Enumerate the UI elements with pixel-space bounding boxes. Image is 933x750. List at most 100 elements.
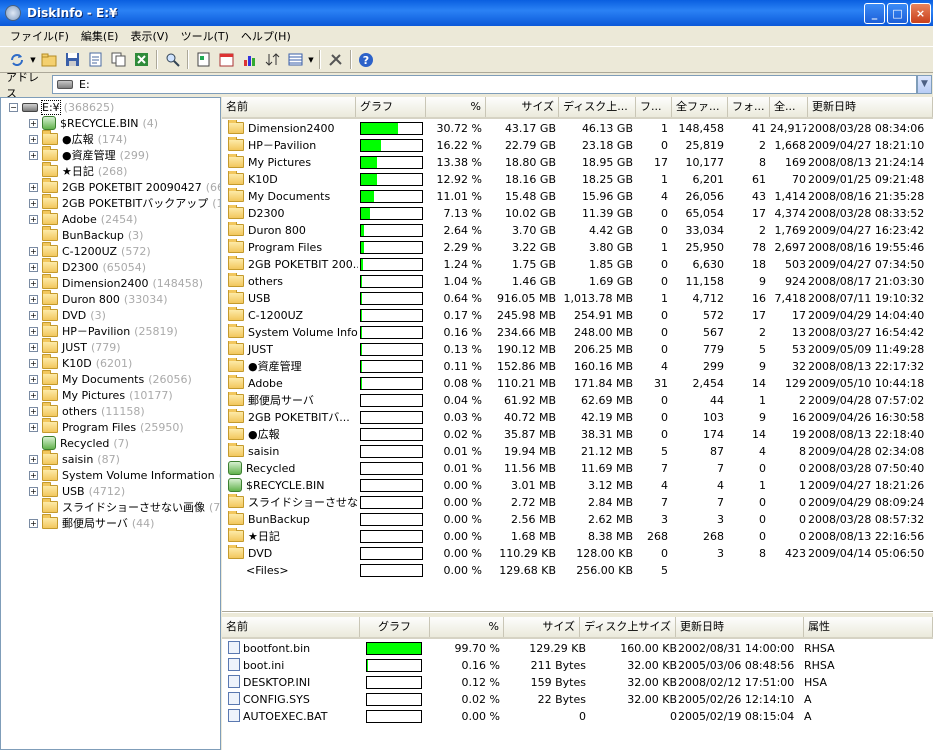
col-all-folders[interactable]: 全...	[770, 97, 808, 117]
expand-icon[interactable]: +	[29, 406, 38, 416]
folder-row[interactable]: スライドショーさせない...0.00 %2.72 MB2.84 MB770020…	[222, 494, 933, 511]
dropdown-arrow-icon[interactable]: ▼	[29, 50, 37, 70]
file-row[interactable]: CONFIG.SYS 0.02 % 22 Bytes 32.00 KB 2005/02/…	[222, 691, 933, 708]
view-icon[interactable]	[284, 50, 306, 70]
expand-icon[interactable]: +	[29, 326, 38, 336]
folder-row[interactable]: JUST 0.13 % 190.12 MB 206.25 MB 0 779 5 53 2009/…	[222, 341, 933, 358]
view-dropdown-icon[interactable]: ▼	[307, 50, 315, 70]
menu-edit[interactable]: 編集(E)	[75, 28, 125, 44]
tree-item[interactable]: + C-1200UZ (572)	[29, 242, 151, 259]
tree-item[interactable]: + System Volume Information (5	[29, 466, 220, 483]
expand-icon[interactable]: +	[29, 390, 38, 400]
file-row[interactable]: bootfont.bin 99.70 % 129.29 KB 160.00 KB 200…	[222, 640, 933, 657]
folder-row[interactable]: DVD 0.00 % 110.29 KB 128.00 KB 0 3 8 423 2009/04…	[222, 545, 933, 562]
file-row[interactable]: boot.ini 0.16 % 211 Bytes 32.00 KB 2005/03/0…	[222, 657, 933, 674]
col-all-files[interactable]: 全ファ...	[672, 97, 728, 117]
folder-row[interactable]: K10D 12.92 % 18.16 GB 18.25 GB 1 6,201 61 70 200…	[222, 171, 933, 188]
col-folders[interactable]: フォ...	[728, 97, 770, 117]
tree-root[interactable]: − E:¥ (368625)	[9, 99, 114, 115]
menu-tools[interactable]: ツール(T)	[175, 28, 235, 44]
col-percent[interactable]: %	[426, 97, 486, 117]
expand-icon[interactable]: +	[29, 470, 38, 480]
col-disk-size[interactable]: ディスク上サイズ	[580, 617, 676, 637]
tree-item[interactable]: + D2300 (65054)	[29, 258, 146, 275]
folder-row[interactable]: saisin 0.01 % 19.94 MB 21.12 MB 5 87 4 8 2009/04…	[222, 443, 933, 460]
expand-icon[interactable]: +	[29, 486, 38, 496]
tree-item[interactable]: + My Documents (26056)	[29, 370, 192, 387]
folder-row[interactable]: Dimension2400 30.72 % 43.17 GB 46.13 GB 1 148…	[222, 120, 933, 137]
folder-row[interactable]: 2GB POKETBIT 200... 1.24 % 1.75 GB 1.85 GB 0…	[222, 256, 933, 273]
open-folder-icon[interactable]	[38, 50, 60, 70]
tree-item[interactable]: + JUST (779)	[29, 338, 121, 355]
tree-item[interactable]: + 郵便局サーバ (44)	[29, 514, 154, 531]
folder-row[interactable]: My Pictures 13.38 % 18.80 GB 18.95 GB 17 10,1…	[222, 154, 933, 171]
folder-row[interactable]: 2GB POKETBITバ... 0.03 % 40.72 MB 42.19 MB 0 1…	[222, 409, 933, 426]
expand-icon[interactable]: +	[29, 262, 38, 272]
expand-icon[interactable]: +	[29, 134, 38, 144]
minimize-button[interactable]: _	[864, 3, 885, 24]
expand-icon[interactable]: +	[29, 246, 38, 256]
menu-help[interactable]: ヘルプ(H)	[235, 28, 297, 44]
folder-row[interactable]: C-1200UZ 0.17 % 245.98 MB 254.91 MB 0 572 17 17…	[222, 307, 933, 324]
tree-item[interactable]: スライドショーさせない画像 (7)	[29, 498, 220, 515]
expand-icon[interactable]: +	[29, 454, 38, 464]
tree-item[interactable]: + DVD (3)	[29, 306, 106, 323]
address-input[interactable]: E:	[52, 75, 917, 94]
collapse-icon[interactable]: −	[9, 102, 18, 112]
col-name[interactable]: 名前	[222, 617, 360, 637]
tree-item[interactable]: +2GB POKETBIT 20090427(66	[29, 178, 220, 195]
file-list[interactable]: 名前 グラフ % サイズ ディスク上サイズ 更新日時 属性 bootfont.b…	[222, 617, 933, 750]
folder-tree[interactable]: − E:¥ (368625) + $RECYCLE.BIN (4) + ●広報 (174)…	[0, 97, 221, 750]
tree-item[interactable]: BunBackup (3)	[29, 226, 143, 243]
expand-icon[interactable]: +	[29, 278, 38, 288]
tree-item[interactable]: + $RECYCLE.BIN (4)	[29, 115, 158, 131]
col-files[interactable]: フ...	[636, 97, 672, 117]
folder-row[interactable]: Adobe 0.08 % 110.21 MB 171.84 MB 31 2,454 14 12…	[222, 375, 933, 392]
tree-item[interactable]: + Duron 800 (33034)	[29, 290, 168, 307]
folder-row[interactable]: D2300 7.13 % 10.02 GB 11.39 GB 0 65,054 17 4,37…	[222, 205, 933, 222]
tree-item[interactable]: + K10D (6201)	[29, 354, 132, 371]
maximize-button[interactable]: □	[887, 3, 908, 24]
help-icon[interactable]: ?	[355, 50, 377, 70]
folder-row[interactable]: $RECYCLE.BIN 0.00 % 3.01 MB 3.12 MB 4 4 1 1 2009…	[222, 477, 933, 494]
tree-item[interactable]: + saisin (87)	[29, 450, 120, 467]
export-icon[interactable]	[84, 50, 106, 70]
expand-icon[interactable]: +	[29, 518, 38, 528]
col-modified[interactable]: 更新日時	[808, 97, 933, 117]
refresh-icon[interactable]	[6, 50, 28, 70]
tree-item[interactable]: + HP－Pavilion (25819)	[29, 322, 178, 339]
tree-item[interactable]: + Program Files (25950)	[29, 418, 184, 435]
tree-item[interactable]: + ●資産管理 (299)	[29, 146, 149, 163]
expand-icon[interactable]: +	[29, 214, 38, 224]
col-graph[interactable]: グラフ	[360, 617, 430, 637]
folder-row[interactable]: ●資産管理 0.11 % 152.86 MB 160.16 MB 4 299 9 32 2008…	[222, 358, 933, 375]
expand-icon[interactable]: +	[29, 358, 38, 368]
tools-icon[interactable]	[324, 50, 346, 70]
address-dropdown-button[interactable]: ▼	[917, 75, 932, 94]
tree-item[interactable]: + ●広報 (174)	[29, 130, 127, 147]
folder-row[interactable]: <Files> 0.00 % 129.68 KB 256.00 KB 5	[222, 562, 933, 579]
expand-icon[interactable]: +	[29, 182, 38, 192]
folder-row[interactable]: BunBackup 0.00 % 2.56 MB 2.62 MB 3 3 0 0 2008/03…	[222, 511, 933, 528]
col-graph[interactable]: グラフ	[356, 97, 426, 117]
folder-row[interactable]: others 1.04 % 1.46 GB 1.69 GB 0 11,158 9 924 200…	[222, 273, 933, 290]
file-row[interactable]: DESKTOP.INI 0.12 % 159 Bytes 32.00 KB 2008/0…	[222, 674, 933, 691]
expand-icon[interactable]: +	[29, 294, 38, 304]
expand-icon[interactable]: +	[29, 198, 38, 208]
save-icon[interactable]	[61, 50, 83, 70]
tree-item[interactable]: + Adobe (2454)	[29, 210, 137, 227]
expand-icon[interactable]: +	[29, 118, 38, 128]
expand-icon[interactable]: +	[29, 422, 38, 432]
col-disk-size[interactable]: ディスク上...	[559, 97, 636, 117]
tree-item[interactable]: + Dimension2400 (148458)	[29, 274, 203, 291]
expand-icon[interactable]: +	[29, 150, 38, 160]
menu-file[interactable]: ファイル(F)	[4, 28, 75, 44]
folder-row[interactable]: 郵便局サーバ 0.04 % 61.92 MB 62.69 MB 0 44 1 2 2009/04…	[222, 392, 933, 409]
tree-item[interactable]: + USB (4712)	[29, 482, 125, 499]
chart-icon[interactable]	[238, 50, 260, 70]
expand-icon[interactable]: +	[29, 310, 38, 320]
properties-icon[interactable]	[192, 50, 214, 70]
col-modified[interactable]: 更新日時	[676, 617, 804, 637]
tree-item[interactable]: Recycled (7)	[29, 435, 129, 451]
excel-icon[interactable]	[130, 50, 152, 70]
